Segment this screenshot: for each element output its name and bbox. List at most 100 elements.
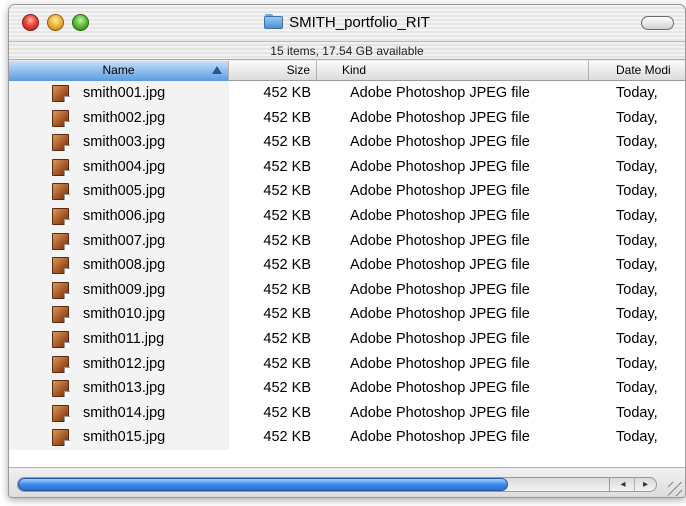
- jpeg-file-icon: [52, 158, 70, 176]
- file-row[interactable]: smith003.jpg 452 KB Adobe Photoshop JPEG f…: [9, 130, 685, 155]
- file-name: smith007.jpg: [83, 232, 166, 249]
- file-date-modified: Today,: [616, 158, 658, 175]
- status-bar: 15 items, 17.54 GB available: [9, 41, 685, 60]
- file-size: 452 KB: [263, 330, 311, 347]
- resize-grip-icon[interactable]: [668, 482, 682, 496]
- file-kind: Adobe Photoshop JPEG file: [350, 306, 530, 323]
- jpeg-file-icon: [52, 429, 70, 447]
- file-kind: Adobe Photoshop JPEG file: [350, 158, 530, 175]
- jpeg-file-icon: [52, 134, 70, 152]
- file-name: smith003.jpg: [83, 134, 166, 151]
- file-row[interactable]: smith008.jpg 452 KB Adobe Photoshop JPEG f…: [9, 253, 685, 278]
- file-date-modified: Today,: [616, 355, 658, 372]
- file-date-modified: Today,: [616, 109, 658, 126]
- file-row[interactable]: smith005.jpg 452 KB Adobe Photoshop JPEG f…: [9, 179, 685, 204]
- file-name: smith012.jpg: [83, 355, 166, 372]
- jpeg-file-icon: [52, 306, 70, 324]
- file-size: 452 KB: [263, 306, 311, 323]
- file-kind: Adobe Photoshop JPEG file: [350, 404, 530, 421]
- file-row[interactable]: smith006.jpg 452 KB Adobe Photoshop JPEG f…: [9, 203, 685, 229]
- file-name: smith004.jpg: [83, 158, 166, 175]
- file-name: smith008.jpg: [83, 257, 166, 274]
- file-kind: Adobe Photoshop JPEG file: [350, 109, 530, 126]
- file-row[interactable]: smith012.jpg 452 KB Adobe Photoshop JPEG f…: [9, 351, 685, 377]
- file-size: 452 KB: [263, 85, 311, 101]
- file-kind: Adobe Photoshop JPEG file: [350, 429, 530, 446]
- toolbar-toggle-button[interactable]: [641, 16, 674, 30]
- file-size: 452 KB: [263, 109, 311, 126]
- file-row[interactable]: smith014.jpg 452 KB Adobe Photoshop JPEG f…: [9, 400, 685, 426]
- file-size: 452 KB: [263, 429, 311, 446]
- file-size: 452 KB: [263, 183, 311, 200]
- file-size: 452 KB: [263, 404, 311, 421]
- file-name: smith001.jpg: [83, 85, 166, 101]
- file-rows: smith001.jpg 452 KB Adobe Photoshop JPEG f…: [9, 81, 685, 450]
- finder-window: SMITH_portfolio_RIT 15 items, 17.54 GB a…: [8, 4, 686, 498]
- file-date-modified: Today,: [616, 85, 658, 101]
- file-kind: Adobe Photoshop JPEG file: [350, 257, 530, 274]
- file-date-modified: Today,: [616, 134, 658, 151]
- horizontal-scrollbar[interactable]: ◂ ▸: [17, 477, 657, 492]
- file-row[interactable]: smith013.jpg 452 KB Adobe Photoshop JPEG f…: [9, 376, 685, 401]
- jpeg-file-icon: [52, 257, 70, 275]
- window-title: SMITH_portfolio_RIT: [289, 14, 430, 31]
- file-date-modified: Today,: [616, 281, 658, 298]
- file-size: 452 KB: [263, 281, 311, 298]
- file-kind: Adobe Photoshop JPEG file: [350, 85, 530, 101]
- horizontal-scroll-thumb[interactable]: [18, 478, 508, 491]
- jpeg-file-icon: [52, 109, 70, 127]
- jpeg-file-icon: [52, 380, 70, 398]
- file-kind: Adobe Photoshop JPEG file: [350, 207, 530, 224]
- file-kind: Adobe Photoshop JPEG file: [350, 380, 530, 397]
- jpeg-file-icon: [52, 232, 70, 250]
- column-header-kind[interactable]: Kind: [317, 61, 589, 81]
- file-list[interactable]: Name Size Kind Date Modi smith001.jpg 452…: [9, 61, 685, 467]
- jpeg-file-icon: [52, 355, 70, 373]
- file-name: smith002.jpg: [83, 109, 166, 126]
- file-kind: Adobe Photoshop JPEG file: [350, 330, 530, 347]
- file-row[interactable]: smith015.jpg 452 KB Adobe Photoshop JPEG f…: [9, 425, 685, 450]
- file-kind: Adobe Photoshop JPEG file: [350, 281, 530, 298]
- file-name: smith005.jpg: [83, 183, 166, 200]
- folder-icon: [264, 13, 284, 30]
- sort-ascending-icon: [212, 66, 222, 74]
- jpeg-file-icon: [52, 404, 70, 422]
- file-kind: Adobe Photoshop JPEG file: [350, 355, 530, 372]
- file-kind: Adobe Photoshop JPEG file: [350, 134, 530, 151]
- bottom-bar: ◂ ▸: [9, 467, 685, 497]
- file-size: 452 KB: [263, 380, 311, 397]
- file-row[interactable]: smith004.jpg 452 KB Adobe Photoshop JPEG f…: [9, 154, 685, 180]
- file-name: smith011.jpg: [83, 330, 165, 347]
- file-size: 452 KB: [263, 158, 311, 175]
- jpeg-file-icon: [52, 330, 70, 348]
- column-header-name[interactable]: Name: [9, 61, 229, 81]
- file-row[interactable]: smith001.jpg 452 KB Adobe Photoshop JPEG f…: [9, 81, 685, 106]
- file-date-modified: Today,: [616, 232, 658, 249]
- file-row[interactable]: smith009.jpg 452 KB Adobe Photoshop JPEG f…: [9, 277, 685, 303]
- file-row[interactable]: smith010.jpg 452 KB Adobe Photoshop JPEG f…: [9, 302, 685, 327]
- file-size: 452 KB: [263, 134, 311, 151]
- file-size: 452 KB: [263, 232, 311, 249]
- scroll-left-icon[interactable]: ◂: [612, 478, 634, 491]
- file-size: 452 KB: [263, 257, 311, 274]
- file-kind: Adobe Photoshop JPEG file: [350, 232, 530, 249]
- file-row[interactable]: smith007.jpg 452 KB Adobe Photoshop JPEG f…: [9, 228, 685, 254]
- file-name: smith010.jpg: [83, 306, 166, 323]
- file-date-modified: Today,: [616, 404, 658, 421]
- column-header-name-label: Name: [102, 63, 135, 77]
- file-name: smith009.jpg: [83, 281, 166, 298]
- file-row[interactable]: smith011.jpg 452 KB Adobe Photoshop JPEG f…: [9, 326, 685, 352]
- scroll-right-icon[interactable]: ▸: [634, 478, 656, 491]
- file-date-modified: Today,: [616, 429, 658, 446]
- column-header-row: Name Size Kind Date Modi: [9, 61, 685, 81]
- jpeg-file-icon: [52, 85, 70, 102]
- column-header-date-modified[interactable]: Date Modi: [589, 61, 685, 81]
- file-name: smith006.jpg: [83, 207, 166, 224]
- title-bar[interactable]: SMITH_portfolio_RIT: [9, 5, 685, 41]
- file-name: smith014.jpg: [83, 404, 166, 421]
- file-size: 452 KB: [263, 355, 311, 372]
- file-date-modified: Today,: [616, 330, 658, 347]
- column-header-size[interactable]: Size: [229, 61, 317, 81]
- file-row[interactable]: smith002.jpg 452 KB Adobe Photoshop JPEG f…: [9, 105, 685, 131]
- file-size: 452 KB: [263, 207, 311, 224]
